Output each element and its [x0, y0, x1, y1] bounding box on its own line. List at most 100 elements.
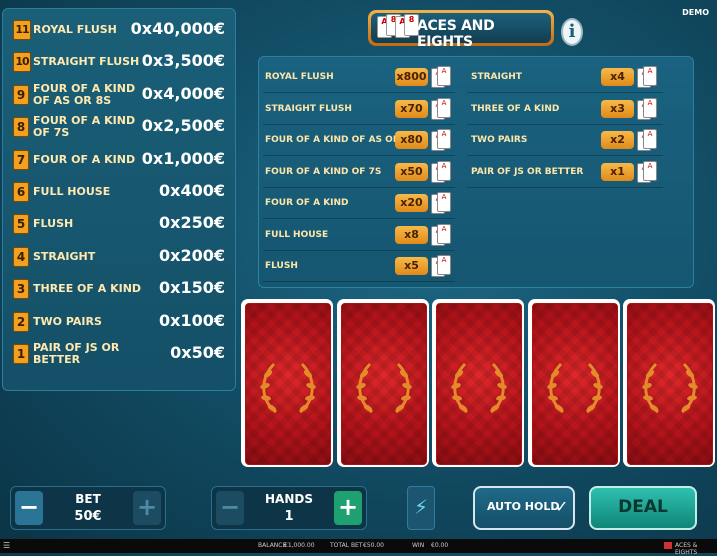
paytable-rank: 6	[13, 182, 29, 202]
auto-hold-button[interactable]: AUTO HOLD ✓	[473, 486, 575, 530]
paytable-row: 3 THREE OF A KIND 0x150€	[11, 273, 233, 303]
paytable-hand-name: FOUR OF A KIND OF AS OR 8S	[33, 81, 136, 107]
multiplier-value: x8	[395, 225, 428, 244]
paytable-hand-name: STRAIGHT	[33, 249, 96, 263]
paytable-hand-name: FLUSH	[33, 217, 74, 231]
paytable-rank: 4	[13, 246, 29, 267]
laurel-icon	[547, 362, 603, 414]
paytable-payout: 0x400€	[159, 181, 225, 200]
paytable-panel: 11 ROYAL FLUSH 0x40,000€ 10 STRAIGHT FLUSH 0x…	[2, 8, 236, 391]
multiplier-value: x5	[395, 257, 428, 275]
paytable-payout: 0x3,500€	[141, 51, 225, 71]
multiplier-value: x4	[601, 68, 634, 86]
lightning-icon[interactable]: ⚡	[407, 486, 435, 530]
balance-label: BALANCE	[258, 542, 287, 549]
row-divider	[263, 281, 455, 282]
game-name: ACES & EIGHTS	[675, 542, 698, 556]
multiplier-row: TWO PAIRS x2AA	[471, 125, 661, 155]
paytable-rank: 1	[13, 344, 29, 364]
multiplier-value: x20	[395, 194, 428, 212]
balance-value: €1,000.00	[284, 542, 315, 549]
multiplier-hand-name: PAIR OF JS OR BETTER	[471, 166, 584, 177]
paytable-payout: 0x4,000€	[141, 83, 225, 103]
multiplier-hand-name: ROYAL FLUSH	[265, 72, 334, 82]
cards-icon: AA	[637, 129, 657, 151]
paytable-hand-name: STRAIGHT FLUSH	[33, 55, 140, 69]
paytable-rank: 9	[13, 84, 29, 105]
card-back-pattern	[627, 303, 713, 465]
paytable-rank: 2	[13, 311, 29, 332]
multiplier-row: STRAIGHT x4AA	[471, 62, 661, 92]
cards-icon: AA	[431, 66, 451, 88]
multiplier-value: x2	[601, 131, 634, 149]
auto-hold-label: AUTO HOLD	[487, 500, 560, 513]
paytable-row: 10 STRAIGHT FLUSH 0x3,500€	[11, 46, 233, 76]
multiplier-hand-name: FOUR OF A KIND OF AS OR 8S	[265, 135, 416, 145]
cards-icon: AA	[637, 160, 657, 183]
card-back[interactable]	[528, 299, 620, 467]
game-title: ACES AND EIGHTS	[417, 18, 495, 50]
total-bet-value: €50.00	[363, 542, 384, 549]
paytable-rank: 8	[13, 117, 29, 138]
paytable-payout: 0x1,000€	[141, 148, 225, 168]
multiplier-hand-name: THREE OF A KIND	[471, 103, 560, 114]
card-back[interactable]	[623, 299, 715, 467]
paytable-row: 9 FOUR OF A KIND OF AS OR 8S 0x4,000€	[11, 79, 233, 109]
win-value: €0.00	[431, 542, 449, 549]
paytable-row: 5 FLUSH 0x250€	[11, 208, 233, 238]
multiplier-hand-name: TWO PAIRS	[471, 135, 528, 145]
cards-icon: AA	[637, 97, 657, 120]
cards-icon: AA	[637, 66, 657, 88]
multiplier-hand-name: STRAIGHT	[471, 72, 522, 82]
paytable-payout: 0x200€	[159, 245, 225, 265]
card-back[interactable]	[432, 299, 524, 467]
card-back[interactable]	[337, 299, 429, 467]
card-back[interactable]	[241, 299, 333, 467]
paytable-rank: 10	[13, 52, 31, 73]
demo-label: DEMO	[682, 8, 709, 17]
status-bar: ☰ BALANCE €1,000.00 TOTAL BET €50.00 WIN…	[0, 539, 717, 556]
laurel-icon	[356, 362, 412, 414]
game-logo-icon	[664, 542, 672, 549]
cards-icon: AA	[431, 192, 451, 214]
laurel-icon	[451, 362, 507, 414]
paytable-hand-name: THREE OF A KIND	[33, 282, 142, 296]
total-bet-label: TOTAL BET	[330, 542, 363, 549]
multiplier-hand-name: FOUR OF A KIND	[265, 198, 349, 208]
game-title-badge: A 8 A 8 ACES AND EIGHTS	[368, 10, 554, 50]
paytable-rank: 11	[13, 20, 31, 40]
multiplier-row: THREE OF A KIND x3AA	[471, 94, 661, 124]
multiplier-row: PAIR OF JS OR BETTER x1AA	[471, 157, 661, 187]
paytable-hand-name: PAIR OF JS OR BETTER	[33, 341, 120, 366]
hands-increase-button[interactable]: +	[334, 491, 362, 525]
card-back-pattern	[532, 303, 618, 465]
multiplier-value: x70	[395, 99, 428, 118]
deal-button[interactable]: DEAL	[589, 486, 697, 530]
paytable-payout: 0x150€	[159, 278, 225, 298]
card-back-pattern	[245, 303, 331, 465]
cards-icon: AA	[431, 129, 451, 151]
multiplier-value: x3	[601, 99, 634, 118]
bet-control: − BET 50€ +	[10, 486, 166, 530]
multiplier-row: FULL HOUSE x8AA	[265, 220, 455, 250]
menu-icon[interactable]: ☰	[3, 541, 10, 550]
bet-increase-button[interactable]: +	[133, 491, 161, 525]
multiplier-hand-name: FOUR OF A KIND OF 7S	[265, 166, 382, 177]
paytable-rank: 3	[13, 279, 29, 300]
row-divider	[467, 186, 663, 188]
win-label: WIN	[412, 542, 425, 549]
paytable-row: 1 PAIR OF JS OR BETTER 0x50€	[11, 338, 233, 368]
paytable-row: 2 TWO PAIRS 0x100€	[11, 306, 233, 336]
paytable-hand-name: TWO PAIRS	[33, 314, 102, 328]
paytable-row: 4 STRAIGHT 0x200€	[11, 241, 233, 271]
paytable-payout: 0x2,500€	[141, 116, 225, 136]
paytable-rank: 7	[13, 149, 29, 170]
info-icon[interactable]: i	[561, 18, 583, 46]
multiplier-value: x50	[395, 162, 428, 181]
paytable-payout: 0x50€	[170, 343, 225, 362]
multiplier-row: FOUR OF A KIND OF AS OR 8Sx80AA	[265, 125, 455, 155]
cards-icon: AA	[431, 223, 451, 246]
card-back-pattern	[341, 303, 427, 465]
multiplier-hand-name: FLUSH	[265, 261, 298, 271]
multiplier-hand-name: STRAIGHT FLUSH	[265, 103, 352, 114]
